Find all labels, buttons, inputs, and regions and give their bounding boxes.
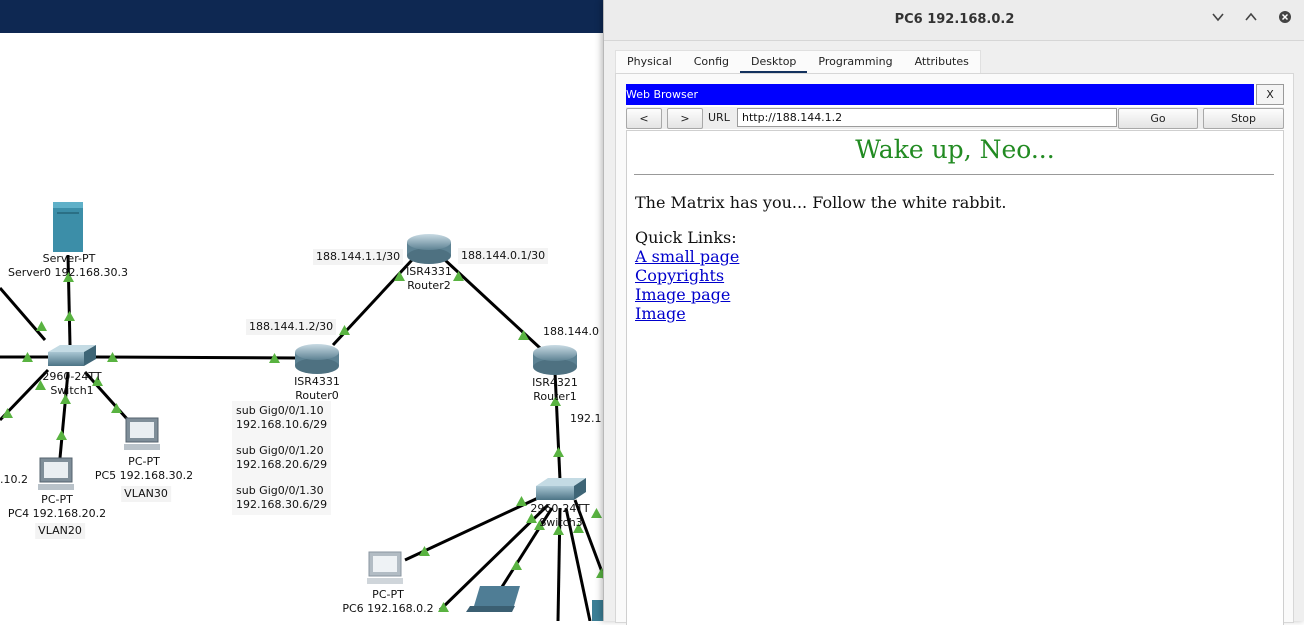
router2-name-label: Router2 — [407, 279, 451, 292]
switch-icon[interactable] — [48, 345, 96, 366]
window-titlebar[interactable]: PC6 192.168.0.2 — [604, 0, 1304, 41]
subinterface-ip: 192.168.20.6/29 — [236, 458, 328, 471]
router-icon[interactable] — [533, 345, 577, 375]
router0-type-label: ISR4331 — [294, 375, 340, 388]
tab-attributes[interactable]: Attributes — [904, 51, 980, 73]
switch1-name-label: Switch1 — [50, 384, 94, 397]
link-small-page[interactable]: A small page — [635, 247, 739, 266]
browser-titlebar: Web Browser — [626, 84, 1254, 105]
server0-type-label: Server-PT — [42, 252, 96, 265]
tab-config[interactable]: Config — [683, 51, 740, 73]
browser-close-button[interactable]: X — [1256, 84, 1284, 105]
pc-icon[interactable] — [124, 417, 160, 450]
quick-links-section: Quick Links: A small page Copyrights Ima… — [635, 228, 739, 323]
laptop-icon[interactable] — [466, 586, 520, 612]
topology-canvas[interactable] — [0, 0, 610, 621]
switch-icon[interactable] — [536, 478, 586, 500]
chevron-down-icon — [1212, 13, 1224, 22]
minimize-button[interactable] — [1208, 10, 1228, 30]
chevron-up-icon — [1245, 12, 1257, 21]
server0-name-label: Server0 192.168.30.3 — [7, 266, 129, 279]
pc-icon[interactable] — [38, 457, 74, 490]
switch3-name-label: Switch3 — [539, 516, 583, 529]
url-input[interactable] — [737, 108, 1117, 127]
page-body-text: The Matrix has you... Follow the white r… — [635, 193, 1007, 212]
router-icon[interactable] — [407, 234, 451, 264]
link-label: 188.144.1.2/30 — [246, 319, 337, 335]
back-button[interactable]: < — [626, 108, 662, 129]
pc5-name-label: PC5 192.168.30.2 — [94, 469, 194, 482]
forward-button[interactable]: > — [667, 108, 703, 129]
go-button[interactable]: Go — [1118, 108, 1198, 129]
tab-desktop[interactable]: Desktop — [740, 51, 808, 74]
desktop-panel: Web Browser X < > URL Go Stop Wake up, N… — [615, 73, 1294, 625]
pc6-type-label: PC-PT — [372, 588, 404, 601]
pc4-vlan-label: VLAN20 — [35, 523, 85, 539]
link-image-page[interactable]: Image page — [635, 285, 739, 304]
tab-programming[interactable]: Programming — [807, 51, 903, 73]
device-window: PC6 192.168.0.2 Physical Config Desktop … — [603, 0, 1304, 625]
subinterface-note: sub Gig0/0/1.10 192.168.10.6/29 sub Gig0… — [232, 401, 332, 515]
page-heading: Wake up, Neo... — [855, 135, 1055, 164]
close-button[interactable] — [1275, 10, 1295, 30]
partial-ip-label: 192.1 — [570, 412, 602, 425]
web-page-content: Wake up, Neo... The Matrix has you... Fo… — [626, 130, 1284, 625]
server-icon[interactable] — [53, 202, 83, 252]
link-label: 188.144.0 — [543, 325, 599, 338]
link-label: 188.144.0.1/30 — [458, 248, 549, 264]
tab-bar: Physical Config Desktop Programming Attr… — [615, 50, 981, 74]
link-copyrights[interactable]: Copyrights — [635, 266, 739, 285]
switch3-type-label: 2960-24TT — [530, 502, 590, 515]
pc4-name-label: PC4 192.168.20.2 — [7, 507, 107, 520]
link-image[interactable]: Image — [635, 304, 739, 323]
close-icon — [1279, 11, 1291, 23]
quick-links-label: Quick Links: — [635, 228, 737, 247]
web-browser: Web Browser X < > URL Go Stop Wake up, N… — [626, 84, 1284, 625]
link-label: 188.144.1.1/30 — [313, 249, 404, 265]
subinterface-name: sub Gig0/0/1.10 — [236, 404, 324, 417]
subinterface-name: sub Gig0/0/1.30 — [236, 484, 324, 497]
router1-type-label: ISR4321 — [532, 376, 578, 389]
router1-name-label: Router1 — [533, 390, 577, 403]
pc4-type-label: PC-PT — [41, 493, 73, 506]
router2-type-label: ISR4331 — [406, 265, 452, 278]
divider — [634, 174, 1274, 175]
router-icon[interactable] — [295, 344, 339, 374]
partial-ip-label: .10.2 — [0, 473, 28, 486]
maximize-button[interactable] — [1241, 10, 1261, 30]
switch1-type-label: 2960-24TT — [42, 370, 102, 383]
stop-button[interactable]: Stop — [1203, 108, 1284, 129]
subinterface-ip: 192.168.30.6/29 — [236, 498, 328, 511]
pc5-type-label: PC-PT — [128, 455, 160, 468]
pc6-name-label: PC6 192.168.0.2 — [342, 602, 434, 615]
browser-nav-bar: < > URL Go Stop — [626, 107, 1284, 129]
url-label: URL — [708, 111, 730, 124]
window-title: PC6 192.168.0.2 — [894, 12, 1015, 27]
pc-icon[interactable] — [367, 551, 403, 584]
subinterface-ip: 192.168.10.6/29 — [236, 418, 328, 431]
pc5-vlan-label: VLAN30 — [121, 486, 171, 502]
subinterface-name: sub Gig0/0/1.20 — [236, 444, 324, 457]
tab-physical[interactable]: Physical — [616, 51, 683, 73]
